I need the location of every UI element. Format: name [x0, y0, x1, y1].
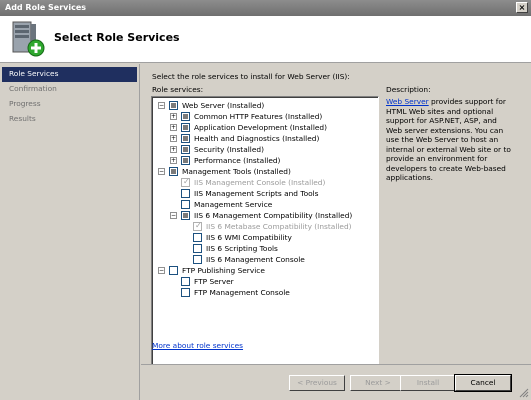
- role-service-checkbox[interactable]: [181, 277, 190, 286]
- role-service-label: Performance (Installed): [194, 156, 281, 165]
- tree-node[interactable]: + Common HTTP Features (Installed): [170, 111, 322, 122]
- role-service-label: IIS 6 Metabase Compatibility (Installed): [206, 222, 352, 231]
- step-confirmation: Confirmation: [9, 84, 57, 93]
- role-service-checkbox[interactable]: [181, 200, 190, 209]
- collapse-icon[interactable]: −: [170, 212, 177, 219]
- role-service-label: Management Service: [194, 200, 273, 209]
- role-service-checkbox: [193, 221, 202, 231]
- role-service-label: Common HTTP Features (Installed): [194, 112, 323, 121]
- next-button[interactable]: Next >: [350, 375, 406, 391]
- role-service-checkbox: [181, 177, 190, 187]
- tree-node[interactable]: + Health and Diagnostics (Installed): [170, 133, 319, 144]
- wizard-footer: < Previous Next > Install Cancel: [141, 364, 531, 400]
- expand-icon[interactable]: +: [170, 113, 177, 120]
- role-service-label: Application Development (Installed): [194, 123, 327, 132]
- role-service-checkbox[interactable]: [181, 145, 190, 154]
- role-services-tree[interactable]: − Web Server (Installed) + Common HTTP Feat…: [151, 96, 379, 397]
- tree-node[interactable]: IIS Management Console (Installed): [170, 177, 325, 188]
- role-service-checkbox[interactable]: [181, 211, 190, 220]
- wizard-steps: Role Services Confirmation Progress Resu…: [0, 64, 140, 400]
- tree-node[interactable]: FTP Server: [170, 276, 234, 287]
- description-label: Description:: [386, 85, 431, 94]
- role-service-checkbox[interactable]: [181, 134, 190, 143]
- tree-node[interactable]: − Management Tools (Installed): [158, 166, 291, 177]
- install-button[interactable]: Install: [400, 375, 456, 391]
- role-service-label: IIS Management Scripts and Tools: [194, 189, 319, 198]
- cancel-button[interactable]: Cancel: [454, 374, 512, 392]
- role-service-checkbox[interactable]: [181, 123, 190, 132]
- tree-node[interactable]: − FTP Publishing Service: [158, 265, 265, 276]
- web-server-link[interactable]: Web Server: [386, 97, 429, 106]
- tree-node[interactable]: − Web Server (Installed): [158, 100, 264, 111]
- server-add-icon: [12, 21, 45, 57]
- expand-icon[interactable]: +: [170, 157, 177, 164]
- step-progress: Progress: [9, 99, 41, 108]
- more-about-role-services-link[interactable]: More about role services: [152, 341, 243, 350]
- role-service-label: IIS 6 WMI Compatibility: [206, 233, 292, 242]
- collapse-icon[interactable]: −: [158, 267, 165, 274]
- description-body: provides support for HTML Web sites and …: [386, 97, 511, 182]
- wizard-header: Select Role Services: [0, 16, 531, 63]
- tree-node[interactable]: Management Service: [170, 199, 272, 210]
- close-icon[interactable]: ×: [516, 2, 528, 13]
- step-results: Results: [9, 114, 36, 123]
- role-service-checkbox[interactable]: [181, 189, 190, 198]
- tree-node[interactable]: FTP Management Console: [170, 287, 290, 298]
- role-service-checkbox[interactable]: [169, 266, 178, 275]
- role-service-checkbox[interactable]: [169, 167, 178, 176]
- role-service-label: FTP Publishing Service: [182, 266, 265, 275]
- role-service-label: IIS Management Console (Installed): [194, 178, 326, 187]
- description-text: Web Server provides support for HTML Web…: [386, 97, 514, 183]
- previous-button[interactable]: < Previous: [289, 375, 345, 391]
- tree-node[interactable]: IIS Management Scripts and Tools: [170, 188, 319, 199]
- role-service-checkbox[interactable]: [193, 233, 202, 242]
- tree-node[interactable]: − IIS 6 Management Compatibility (Install…: [170, 210, 352, 221]
- expand-icon[interactable]: +: [170, 124, 177, 131]
- role-services-label: Role services:: [152, 85, 204, 94]
- expand-icon[interactable]: +: [170, 135, 177, 142]
- step-role-services[interactable]: Role Services: [2, 67, 137, 82]
- tree-node[interactable]: IIS 6 WMI Compatibility: [182, 232, 292, 243]
- role-service-label: Health and Diagnostics (Installed): [194, 134, 320, 143]
- role-service-checkbox[interactable]: [193, 244, 202, 253]
- resize-grip-icon[interactable]: [519, 388, 529, 398]
- role-service-checkbox[interactable]: [181, 112, 190, 121]
- tree-node[interactable]: IIS 6 Scripting Tools: [182, 243, 278, 254]
- window-title: Add Role Services: [5, 3, 87, 12]
- collapse-icon[interactable]: −: [158, 102, 165, 109]
- role-service-checkbox[interactable]: [169, 101, 178, 110]
- tree-node[interactable]: IIS 6 Metabase Compatibility (Installed): [182, 221, 352, 232]
- role-service-label: Management Tools (Installed): [182, 167, 291, 176]
- role-service-label: Web Server (Installed): [182, 101, 265, 110]
- main-panel: Select the role services to install for …: [141, 64, 531, 397]
- instruction-text: Select the role services to install for …: [152, 72, 350, 81]
- role-service-label: FTP Management Console: [194, 288, 290, 297]
- collapse-icon[interactable]: −: [158, 168, 165, 175]
- role-service-label: IIS 6 Management Console: [206, 255, 305, 264]
- role-service-checkbox[interactable]: [181, 156, 190, 165]
- role-service-label: IIS 6 Management Compatibility (Installe…: [194, 211, 353, 220]
- role-service-checkbox[interactable]: [181, 288, 190, 297]
- tree-node[interactable]: + Security (Installed): [170, 144, 264, 155]
- tree-node[interactable]: IIS 6 Management Console: [182, 254, 305, 265]
- tree-node[interactable]: + Application Development (Installed): [170, 122, 327, 133]
- role-service-label: Security (Installed): [194, 145, 264, 154]
- title-bar: Add Role Services ×: [0, 0, 531, 16]
- role-service-checkbox[interactable]: [193, 255, 202, 264]
- page-title: Select Role Services: [54, 31, 180, 44]
- role-service-label: FTP Server: [194, 277, 234, 286]
- expand-icon[interactable]: +: [170, 146, 177, 153]
- role-service-label: IIS 6 Scripting Tools: [206, 244, 278, 253]
- tree-node[interactable]: + Performance (Installed): [170, 155, 280, 166]
